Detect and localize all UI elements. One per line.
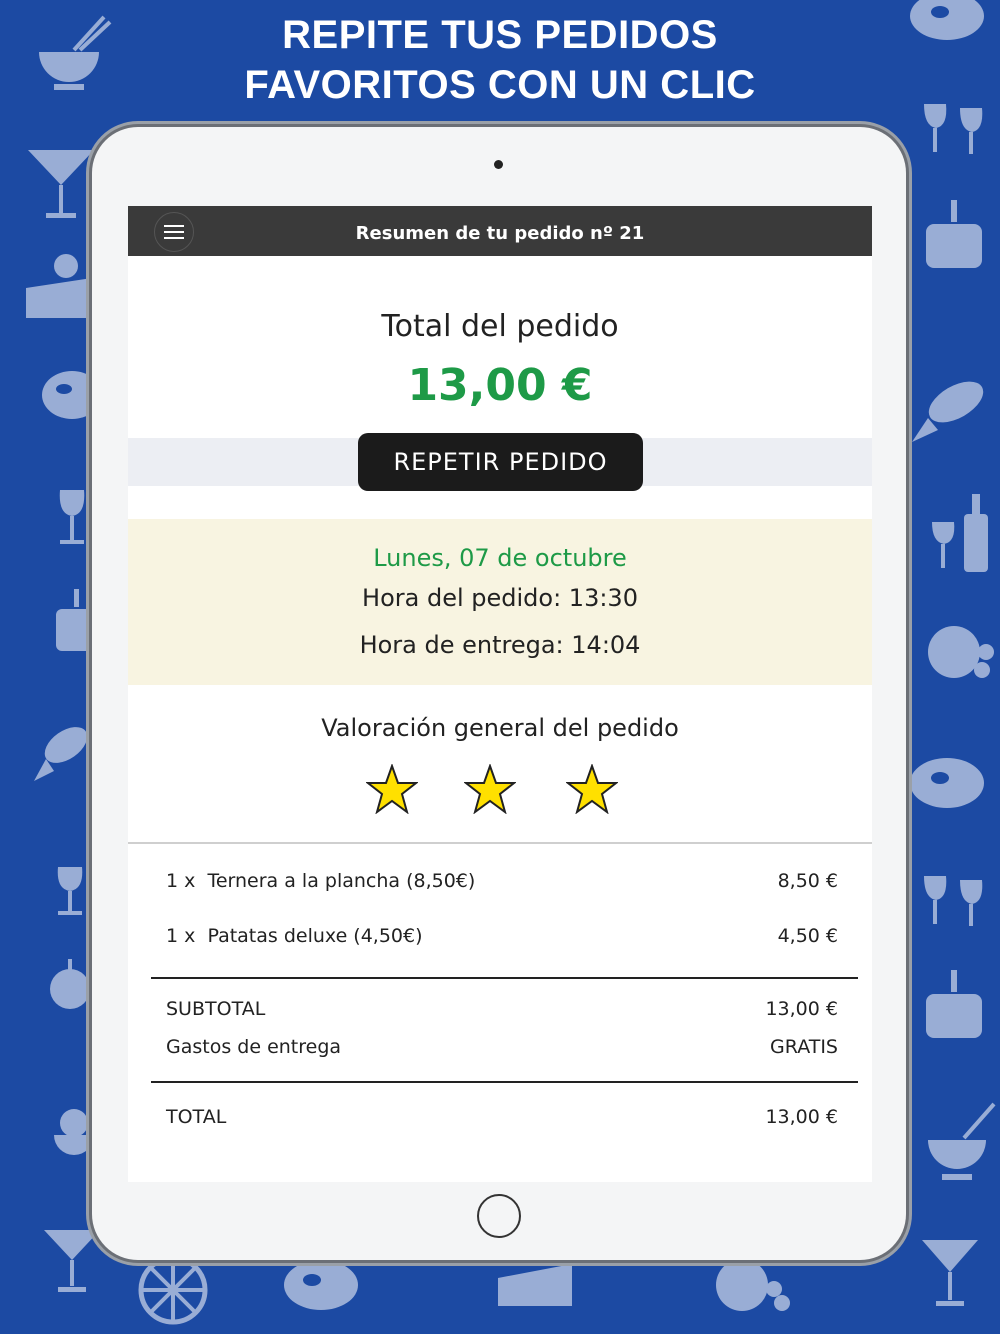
order-info-box: Lunes, 07 de octubre Hora del pedido: 13… <box>128 519 872 685</box>
noodles-icon <box>52 1105 96 1173</box>
promo-line-2: FAVORITOS CON UN CLIC <box>244 63 756 107</box>
cocktail-icon <box>920 1235 980 1310</box>
app-screen: Resumen de tu pedido nº 21 Total del ped… <box>128 206 872 1182</box>
promo-line-1: REPITE TUS PEDIDOS <box>282 13 718 57</box>
subtotal-row: SUBTOTAL 13,00 € <box>166 998 838 1020</box>
wine-glass-icon <box>52 488 92 548</box>
grand-total-value: 13,00 € <box>765 1106 838 1128</box>
delivery-fee-label: Gastos de entrega <box>166 1036 342 1058</box>
delivery-fee-value: GRATIS <box>770 1036 838 1058</box>
subtotal-value: 13,00 € <box>765 998 838 1020</box>
order-date: Lunes, 07 de octubre <box>373 544 627 572</box>
toast-icon <box>920 872 990 934</box>
wine-bottle-icon <box>928 492 992 577</box>
home-button[interactable] <box>477 1194 521 1238</box>
total-label: Total del pedido <box>381 309 619 344</box>
delivery-time: Hora de entrega: 14:04 <box>359 631 641 659</box>
fruit-icon <box>712 1255 792 1315</box>
star-icon <box>464 764 516 814</box>
steak-icon <box>910 756 985 811</box>
subtotal-label: SUBTOTAL <box>166 998 266 1020</box>
item-price: 4,50 € <box>777 925 838 947</box>
top-bar: Resumen de tu pedido nº 21 <box>128 206 872 256</box>
divider <box>151 977 858 979</box>
order-item-row: 1 x Patatas deluxe (4,50€) 4,50 € <box>166 925 838 947</box>
birthday-cake-icon <box>924 966 984 1041</box>
item-price: 8,50 € <box>777 870 838 892</box>
total-row: TOTAL 13,00 € <box>166 1106 838 1128</box>
star-icon <box>566 764 618 814</box>
promo-heading: REPITE TUS PEDIDOS FAVORITOS CON UN CLIC <box>0 10 1000 110</box>
delivery-fee-row: Gastos de entrega GRATIS <box>166 1036 838 1058</box>
item-name: Patatas deluxe (4,50€) <box>207 925 423 947</box>
fish-icon <box>910 368 990 446</box>
fish-icon <box>32 715 94 785</box>
fruit-icon <box>48 955 92 1015</box>
page-title: Resumen de tu pedido nº 21 <box>355 223 645 244</box>
cocktail-icon <box>26 145 96 220</box>
order-time: Hora del pedido: 13:30 <box>362 584 638 612</box>
wine-glass-icon <box>52 865 92 917</box>
divider <box>128 842 872 844</box>
noodles-icon <box>924 1100 1000 1184</box>
camera-dot <box>494 160 503 169</box>
cocktail-icon <box>42 1225 102 1295</box>
total-amount: 13,00 € <box>407 360 593 411</box>
star-icon <box>366 764 418 814</box>
item-qty: 1 x <box>166 870 196 892</box>
order-item-row: 1 x Ternera a la plancha (8,50€) 8,50 € <box>166 870 838 892</box>
rating-title: Valoración general del pedido <box>321 714 679 742</box>
item-name: Ternera a la plancha (8,50€) <box>207 870 476 892</box>
item-qty: 1 x <box>166 925 196 947</box>
fruit-icon <box>926 612 1000 684</box>
steak-icon <box>284 1258 359 1313</box>
birthday-cake-icon <box>924 196 984 271</box>
cake-slice-icon <box>498 1260 576 1310</box>
citrus-slice-icon <box>138 1255 208 1325</box>
grand-total-label: TOTAL <box>166 1106 227 1128</box>
repeat-order-button[interactable]: REPETIR PEDIDO <box>358 433 643 491</box>
cake-slice-icon <box>26 248 96 323</box>
birthday-cake-icon <box>56 585 96 655</box>
divider <box>151 1081 858 1083</box>
